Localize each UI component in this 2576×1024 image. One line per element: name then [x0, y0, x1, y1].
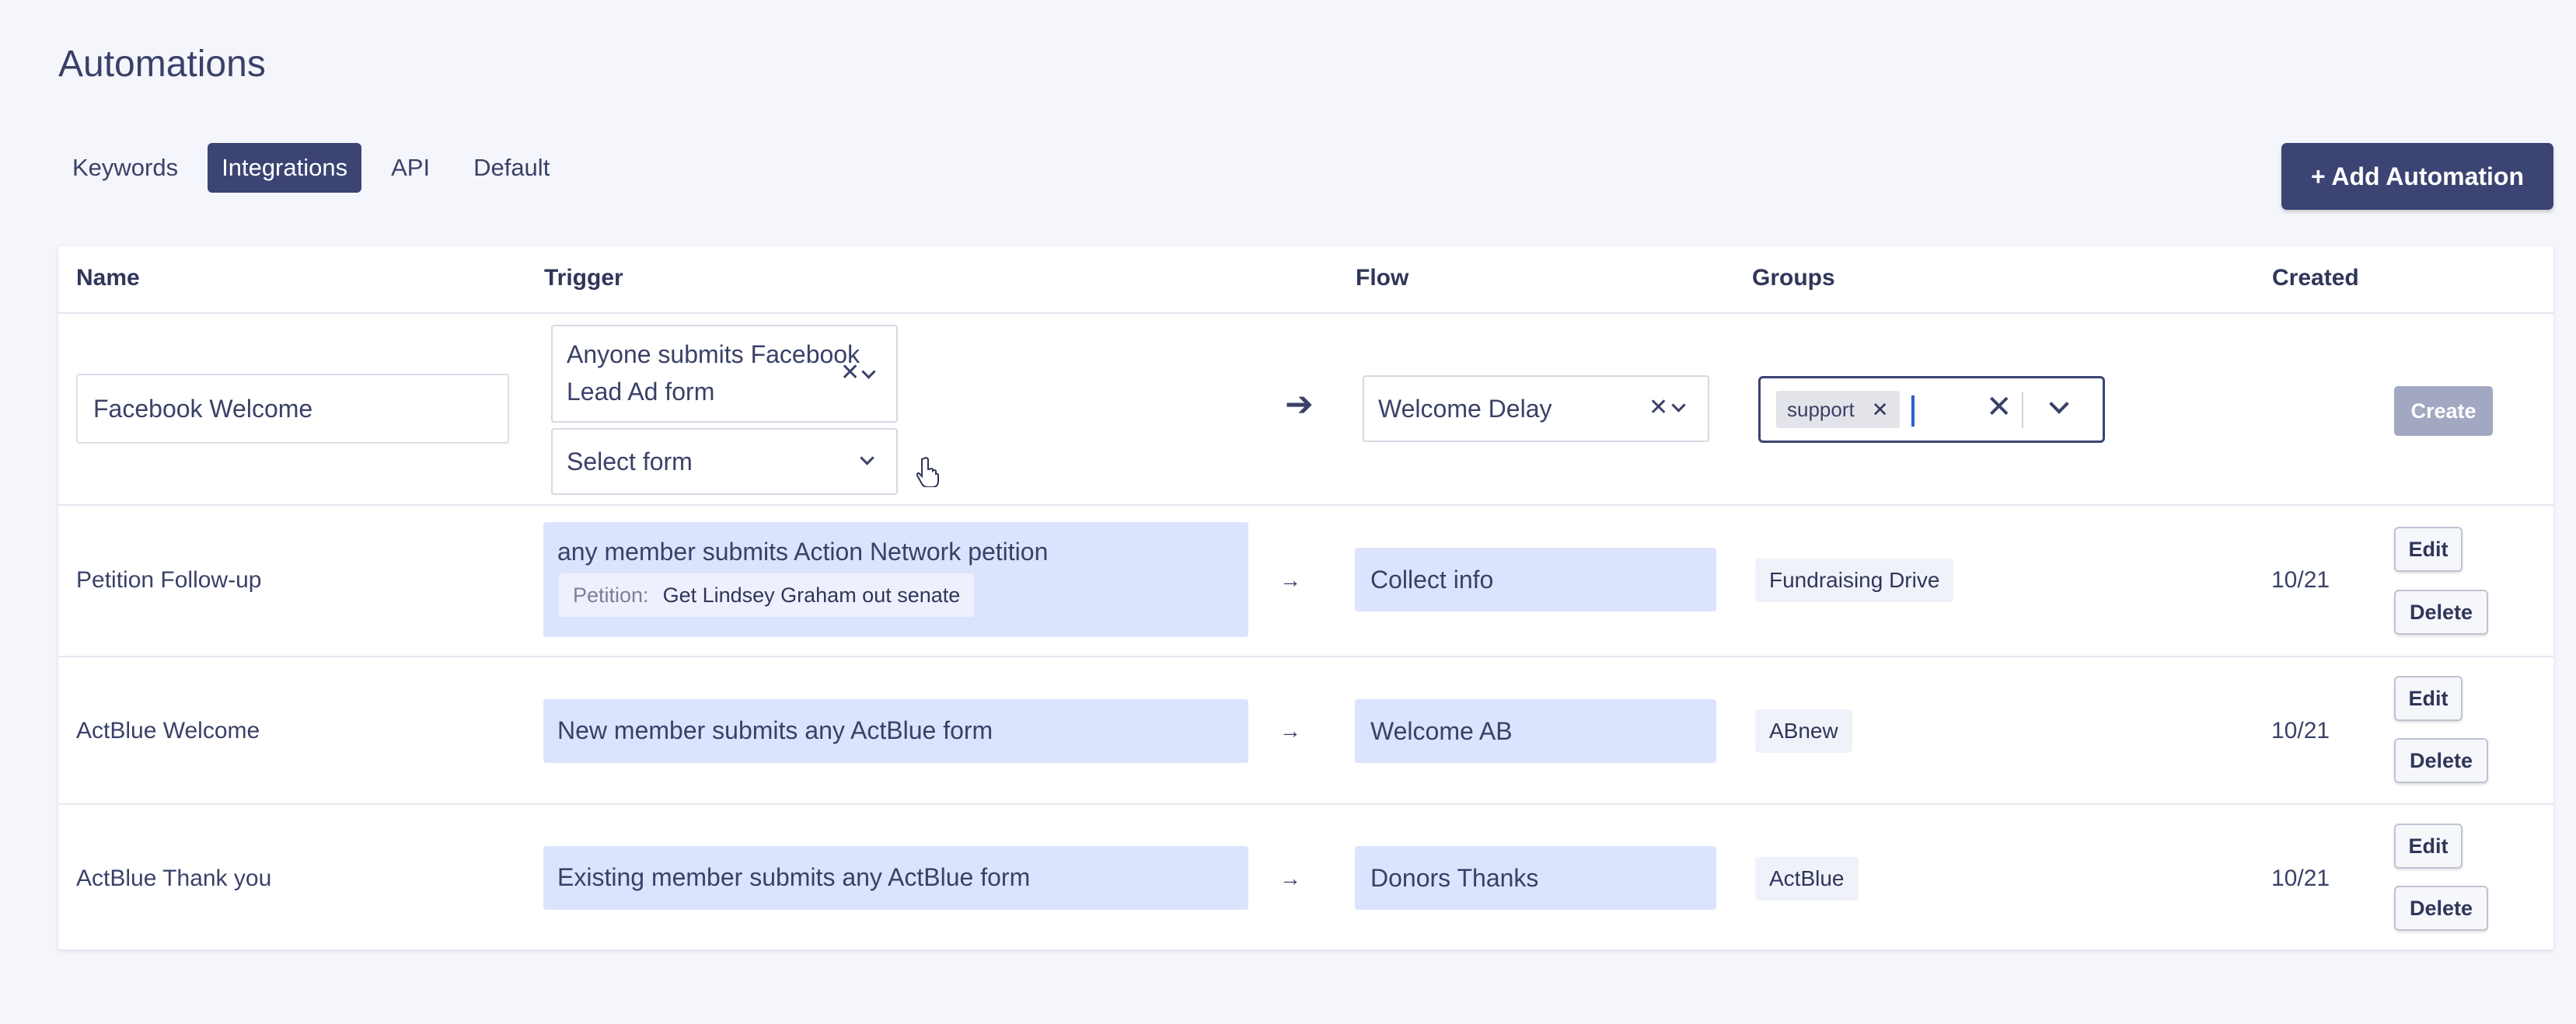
flow-cell: Collect info: [1355, 548, 1716, 611]
divider: [58, 504, 2553, 506]
arrow-right-icon: →: [1279, 568, 1301, 592]
chevron-down-icon[interactable]: [1671, 398, 1686, 413]
trigger-cell: Existing member submits any ActBlue form: [543, 846, 1248, 910]
close-icon[interactable]: ✕: [1872, 398, 1889, 422]
flow-select[interactable]: Welcome Delay ✕: [1363, 375, 1709, 442]
page-title: Automations: [58, 44, 266, 85]
form-select-placeholder: Select form: [567, 448, 693, 475]
header-trigger: Trigger: [544, 265, 623, 291]
petition-value: Get Lindsey Graham out senate: [662, 583, 961, 607]
chevron-down-icon[interactable]: [2049, 394, 2069, 414]
automations-table: Name Trigger Flow Groups Created Faceboo…: [58, 246, 2553, 949]
close-icon[interactable]: ✕: [840, 359, 860, 386]
form-select[interactable]: Select form: [551, 428, 898, 495]
divider: [58, 656, 2553, 657]
row-name: ActBlue Welcome: [76, 718, 260, 744]
group-badge: ActBlue: [1755, 857, 1859, 900]
delete-button[interactable]: Delete: [2394, 590, 2488, 635]
tab-bar: Keywords Integrations API Default: [58, 143, 564, 193]
trigger-select[interactable]: Anyone submits Facebook Lead Ad form ✕: [551, 325, 898, 423]
petition-label: Petition:: [573, 583, 649, 607]
row-name: ActBlue Thank you: [76, 866, 272, 891]
edit-button[interactable]: Edit: [2394, 527, 2463, 572]
arrow-right-icon: →: [1279, 719, 1301, 743]
petition-pill: Petition: Get Lindsey Graham out senate: [559, 573, 975, 617]
row-name: Petition Follow-up: [76, 567, 262, 593]
automation-name-input[interactable]: Facebook Welcome: [76, 374, 509, 444]
flow-select-value: Welcome Delay: [1378, 395, 1552, 423]
header-name: Name: [76, 265, 140, 291]
flow-cell: Welcome AB: [1355, 699, 1716, 763]
groups-multiselect[interactable]: support ✕ ✕: [1758, 376, 2105, 443]
text-caret: [1911, 395, 1915, 427]
edit-button[interactable]: Edit: [2394, 824, 2463, 869]
header-created: Created: [2272, 265, 2359, 291]
arrow-right-icon: →: [1279, 866, 1301, 890]
created-date: 10/21: [2271, 866, 2330, 891]
header-flow: Flow: [1356, 265, 1409, 291]
close-icon[interactable]: ✕: [1649, 394, 1668, 421]
group-badge: ABnew: [1755, 709, 1852, 753]
header-groups: Groups: [1752, 265, 1835, 291]
divider: [2022, 392, 2023, 428]
group-badge: Fundraising Drive: [1755, 559, 1954, 602]
tab-integrations[interactable]: Integrations: [208, 143, 362, 193]
created-date: 10/21: [2271, 567, 2330, 593]
trigger-text: any member submits Action Network petiti…: [557, 538, 1049, 566]
hand-pointer-icon: [916, 457, 939, 487]
divider: [58, 803, 2553, 805]
create-button[interactable]: Create: [2394, 386, 2493, 436]
delete-button[interactable]: Delete: [2394, 738, 2488, 783]
trigger-cell: New member submits any ActBlue form: [543, 699, 1248, 763]
delete-button[interactable]: Delete: [2394, 886, 2488, 931]
trigger-text: New member submits any ActBlue form: [557, 716, 993, 744]
divider: [58, 312, 2553, 314]
trigger-cell: any member submits Action Network petiti…: [543, 522, 1248, 637]
arrow-right-icon: ➔: [1285, 385, 1314, 423]
group-tag: support ✕: [1776, 391, 1900, 428]
add-automation-button[interactable]: + Add Automation: [2281, 143, 2553, 210]
trigger-text: Existing member submits any ActBlue form: [557, 863, 1031, 891]
edit-button[interactable]: Edit: [2394, 676, 2463, 721]
tab-keywords[interactable]: Keywords: [58, 143, 192, 193]
created-date: 10/21: [2271, 718, 2330, 744]
tab-default[interactable]: Default: [459, 143, 564, 193]
chevron-down-icon[interactable]: [860, 451, 874, 465]
flow-cell: Donors Thanks: [1355, 846, 1716, 910]
tab-api[interactable]: API: [377, 143, 444, 193]
close-icon[interactable]: ✕: [1986, 389, 2012, 425]
group-tag-label: support: [1787, 397, 1855, 421]
